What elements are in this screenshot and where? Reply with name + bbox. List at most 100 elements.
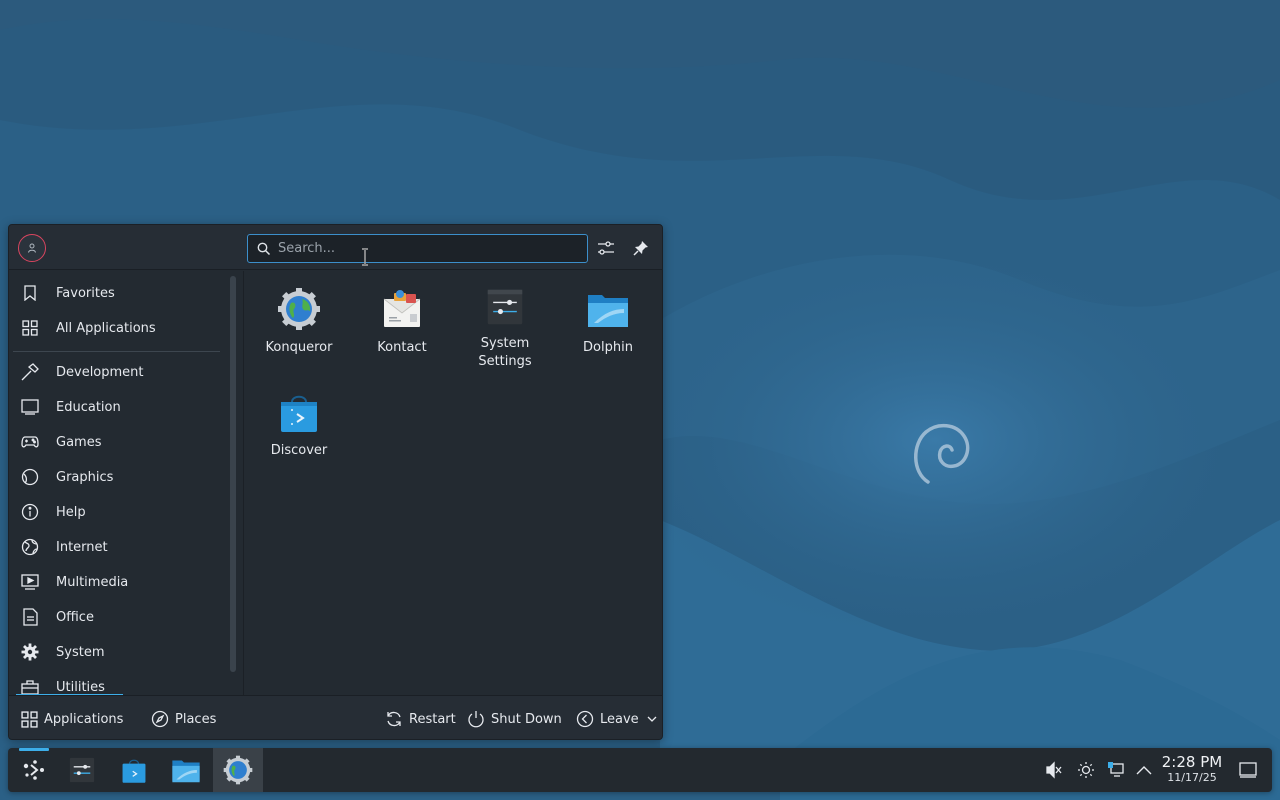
- sidebar-item-all-applications[interactable]: All Applications: [13, 311, 221, 345]
- search-input[interactable]: [278, 241, 558, 256]
- sidebar-item-label: Internet: [56, 539, 108, 555]
- app-tile-system-settings[interactable]: System Settings: [455, 271, 555, 371]
- restart-label: Restart: [409, 711, 456, 727]
- sidebar-item-label: Education: [56, 399, 121, 415]
- sidebar-item-favorites[interactable]: Favorites: [13, 276, 221, 310]
- chevron-down-icon: [647, 716, 657, 722]
- info-icon: [21, 503, 39, 521]
- app-tile-discover[interactable]: Discover: [249, 374, 349, 474]
- compass-icon: [151, 710, 169, 728]
- gear-icon: [21, 643, 39, 661]
- globe-icon: [21, 538, 39, 556]
- konqueror-icon: [223, 755, 253, 785]
- tab-places[interactable]: Places: [151, 708, 216, 730]
- sidebar-item-help[interactable]: Help: [13, 495, 221, 529]
- tab-places-label: Places: [175, 711, 217, 727]
- app-tile-konqueror[interactable]: Konqueror: [249, 271, 349, 371]
- pin-icon: [633, 241, 648, 256]
- search-box[interactable]: [247, 234, 588, 263]
- bookmark-icon: [21, 284, 39, 302]
- clock-time: 2:28 PM: [1161, 753, 1223, 771]
- user-avatar[interactable]: [18, 234, 46, 262]
- app-tile-dolphin[interactable]: Dolphin: [558, 271, 658, 371]
- sidebar-item-label: Development: [56, 364, 144, 380]
- grid-icon: [21, 710, 38, 728]
- discover-bag-icon: [122, 759, 146, 783]
- sidebar-item-utilities[interactable]: Utilities: [13, 670, 221, 695]
- clock[interactable]: 2:28 PM 11/17/25: [1158, 754, 1226, 785]
- palette-icon: [21, 468, 39, 486]
- tab-applications-label: Applications: [44, 711, 124, 727]
- taskbar: 2:28 PM 11/17/25: [8, 748, 1272, 792]
- pin-button[interactable]: [629, 236, 653, 260]
- application-launcher-button[interactable]: [9, 748, 59, 792]
- debian-swirl-logo: [914, 423, 970, 484]
- system-settings-icon: [487, 289, 523, 325]
- sidebar-item-label: Utilities: [56, 679, 105, 695]
- monitor-icon: [21, 398, 39, 416]
- restart-icon: [387, 711, 401, 727]
- shutdown-label: Shut Down: [491, 711, 562, 727]
- sidebar-item-label: Help: [56, 504, 86, 520]
- apps-grid: Konqueror Kontact System Settings Dolphi…: [245, 271, 662, 695]
- sidebar-item-graphics[interactable]: Graphics: [13, 460, 221, 494]
- system-settings-icon: [69, 757, 95, 783]
- app-label: Konqueror: [265, 340, 333, 355]
- grid-icon: [21, 319, 39, 337]
- volume-muted-icon[interactable]: [1044, 760, 1064, 780]
- leave-label: Leave: [600, 711, 639, 727]
- kde-launcher-icon: [23, 760, 44, 780]
- sidebar-item-development[interactable]: Development: [13, 355, 221, 389]
- media-icon: [21, 573, 39, 591]
- sidebar-scrollbar[interactable]: [230, 276, 236, 672]
- document-icon: [21, 608, 39, 626]
- sidebar-item-education[interactable]: Education: [13, 390, 221, 424]
- app-label: System Settings: [478, 336, 532, 369]
- kontact-icon: [383, 290, 421, 327]
- sidebar-item-multimedia[interactable]: Multimedia: [13, 565, 221, 599]
- category-sidebar: Favorites All Applications Development E…: [9, 271, 225, 695]
- shutdown-button[interactable]: Shut Down: [467, 708, 562, 730]
- app-label: Kontact: [377, 340, 427, 355]
- launcher-footer: Applications Places Restart Shut Down Le…: [9, 695, 662, 739]
- sidebar-item-games[interactable]: Games: [13, 425, 221, 459]
- pane-divider: [243, 271, 244, 695]
- network-icon[interactable]: [1106, 760, 1126, 780]
- sidebar-item-system[interactable]: System: [13, 635, 221, 669]
- sidebar-item-label: Office: [56, 609, 94, 625]
- app-label: Discover: [270, 443, 328, 458]
- app-tile-kontact[interactable]: Kontact: [352, 271, 452, 371]
- text-cursor-icon: [362, 248, 368, 266]
- filter-settings-button[interactable]: [594, 236, 618, 260]
- show-desktop-icon[interactable]: [1238, 760, 1258, 780]
- sidebar-item-label: Graphics: [56, 469, 114, 485]
- brightness-icon[interactable]: [1076, 760, 1096, 780]
- leave-icon: [576, 710, 594, 728]
- sidebar-item-office[interactable]: Office: [13, 600, 221, 634]
- discover-bag-icon: [281, 395, 317, 432]
- chevron-up-icon[interactable]: [1134, 760, 1154, 780]
- application-launcher: Favorites All Applications Development: [8, 224, 663, 740]
- search-icon: [257, 242, 271, 255]
- leave-button[interactable]: Leave: [576, 708, 657, 730]
- tab-applications[interactable]: Applications: [21, 708, 123, 730]
- konqueror-icon: [278, 288, 320, 330]
- power-icon: [468, 711, 484, 728]
- dolphin-folder-icon: [172, 760, 200, 783]
- taskbar-discover[interactable]: [109, 748, 159, 792]
- sidebar-scroll-thumb[interactable]: [230, 276, 236, 672]
- taskbar-dolphin[interactable]: [161, 748, 211, 792]
- sliders-icon: [598, 241, 614, 255]
- toolbox-icon: [21, 678, 39, 695]
- sidebar-item-label: All Applications: [56, 320, 156, 336]
- sidebar-item-label: System: [56, 644, 105, 660]
- sidebar-item-label: Multimedia: [56, 574, 129, 590]
- taskbar-system-settings[interactable]: [57, 748, 107, 792]
- sidebar-item-internet[interactable]: Internet: [13, 530, 221, 564]
- sidebar-divider: [13, 351, 220, 352]
- restart-button[interactable]: Restart: [385, 708, 456, 730]
- taskbar-konqueror[interactable]: [213, 748, 263, 792]
- sidebar-item-label: Games: [56, 434, 102, 450]
- clock-date: 11/17/25: [1167, 771, 1217, 784]
- launcher-header: [9, 225, 662, 270]
